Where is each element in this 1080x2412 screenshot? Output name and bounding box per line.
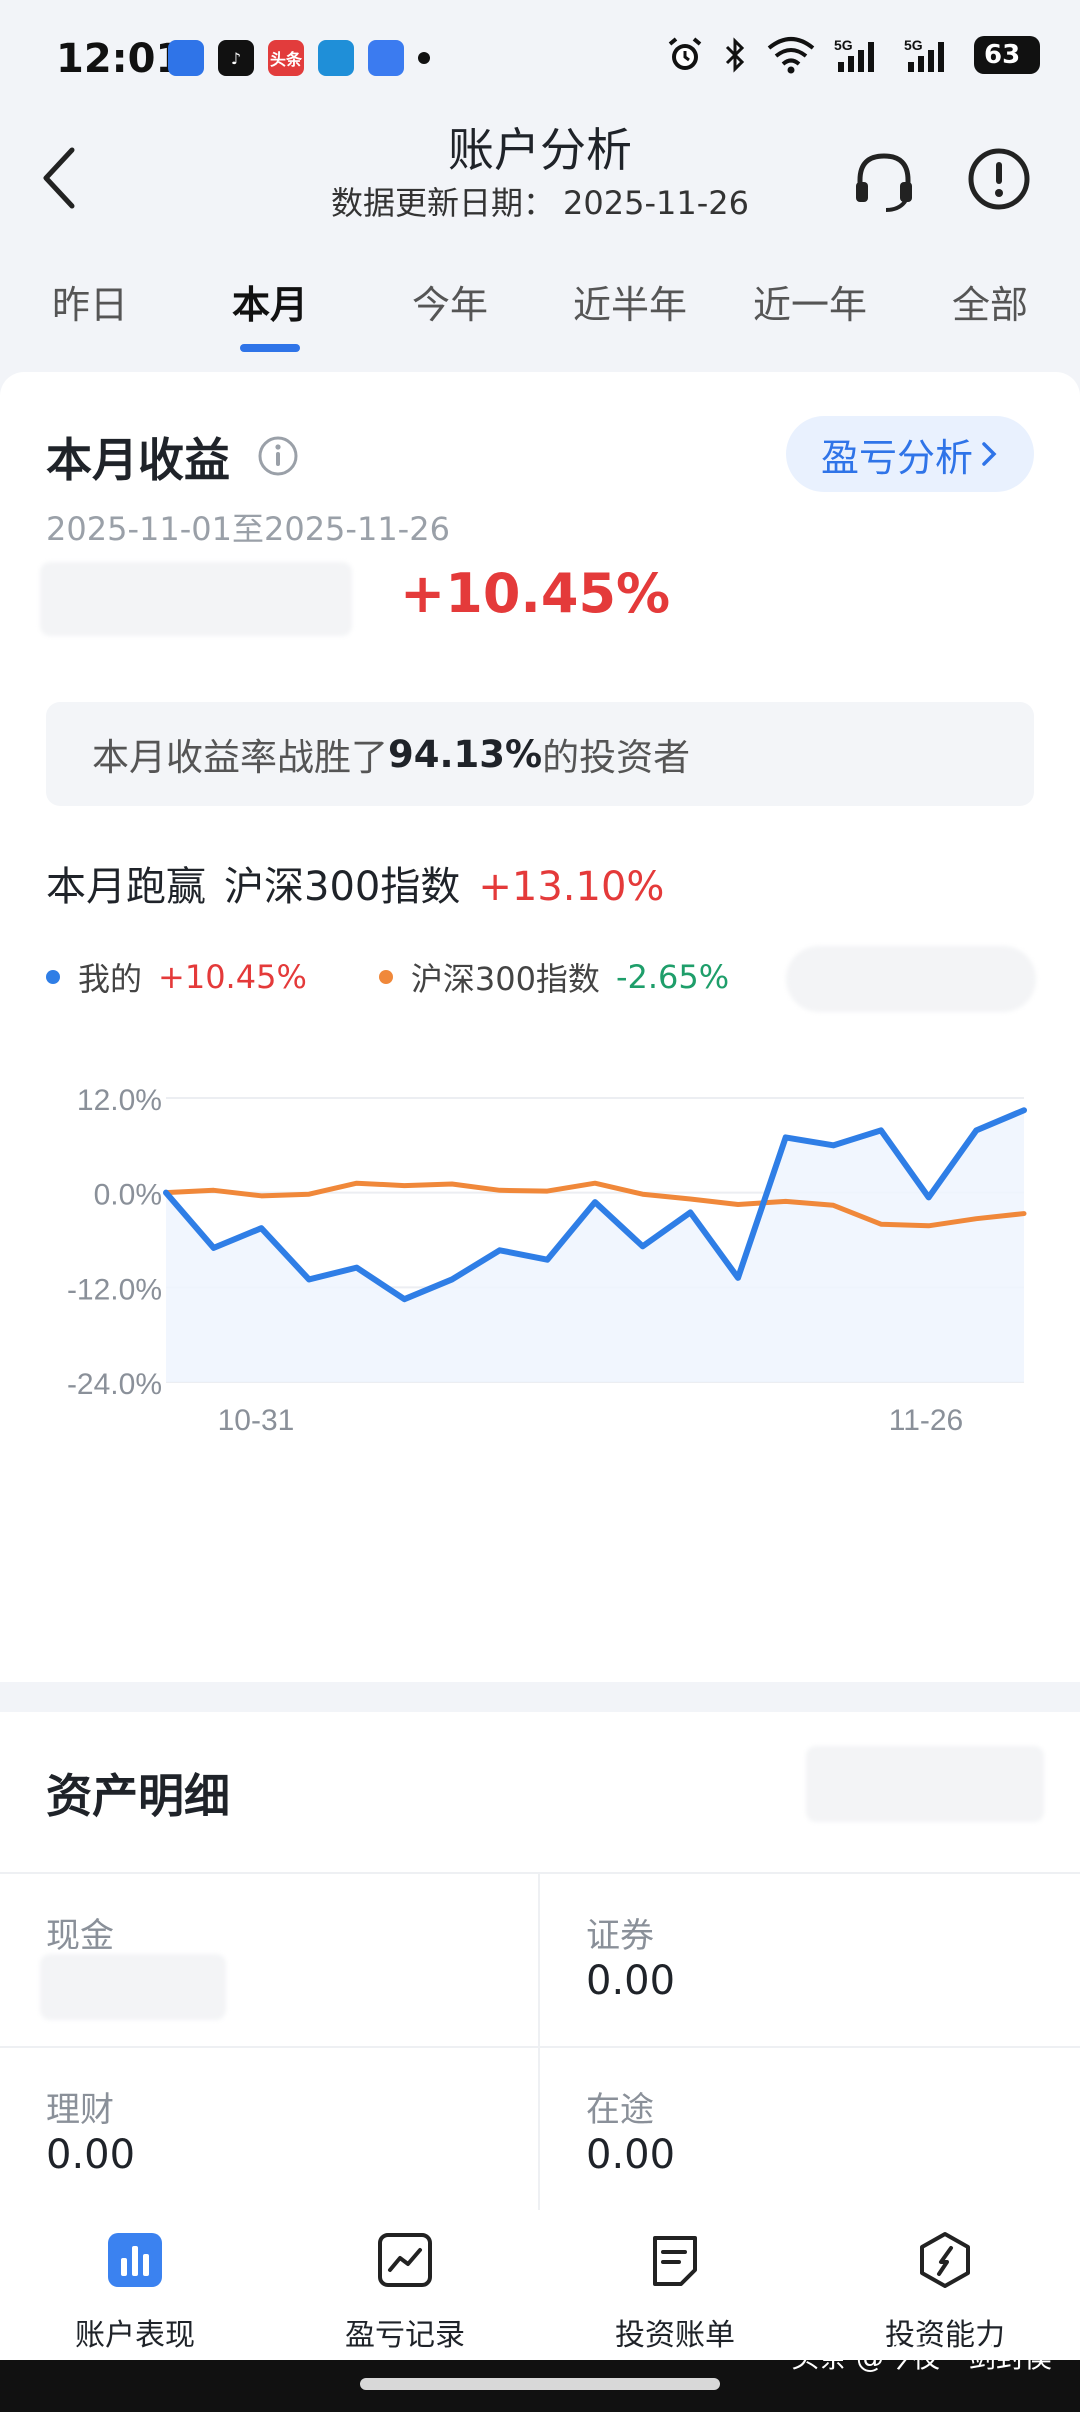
signal-5g-icon: 5G xyxy=(834,37,874,72)
nav-investment-bill[interactable]: 投资账单 xyxy=(540,2210,810,2360)
alarm-icon xyxy=(668,37,702,70)
tab-this-year[interactable]: 今年 xyxy=(360,270,540,360)
home-indicator[interactable] xyxy=(360,2378,720,2390)
nav-label: 盈亏记录 xyxy=(345,2318,465,2353)
update-date-label: 数据更新日期： xyxy=(331,184,556,222)
asset-securities-label: 证券 xyxy=(586,1916,654,1956)
outperform-label: 本月跑赢 xyxy=(46,864,206,910)
date-range: 2025-11-01至2025-11-26 xyxy=(46,510,450,548)
header: 账户分析 数据更新日期： 2025-11-26 xyxy=(0,100,1080,240)
battery-icon: 63 xyxy=(974,36,1040,74)
bill-icon xyxy=(653,2236,697,2286)
y-tick-label: -24.0% xyxy=(67,1368,162,1401)
tab-half-year[interactable]: 近半年 xyxy=(540,270,720,360)
chart-legend: 我的 +10.45% 沪深300指数 -2.65% xyxy=(46,954,729,1000)
x-tick-label: 11-26 xyxy=(889,1404,964,1437)
monthly-return-title: 本月收益 xyxy=(46,433,230,487)
period-tabs: 昨日 本月 今年 近半年 近一年 全部 xyxy=(0,270,1080,360)
redacted-control xyxy=(786,946,1036,1012)
legend-index-dot xyxy=(378,970,393,984)
asset-in-transit-label: 在途 xyxy=(586,2090,654,2130)
chevron-right-icon xyxy=(982,442,997,466)
bar-chart-icon xyxy=(108,2233,162,2287)
page-title: 账户分析 xyxy=(448,123,632,177)
asset-securities[interactable]: 证券 0.00 xyxy=(540,1874,1080,2046)
redacted-amount xyxy=(40,562,352,636)
beat-suffix: 的投资者 xyxy=(542,736,691,779)
trend-chart-icon xyxy=(378,2233,432,2287)
signal-5g-icon-2: 5G xyxy=(904,37,944,72)
redacted-cash-value xyxy=(40,1954,226,2020)
asset-wealth[interactable]: 理财 0.00 xyxy=(0,2048,540,2220)
toutiao-icon: 头条 xyxy=(268,40,304,76)
monthly-return-card: 本月收益 盈亏分析 2025-11-01至2025-11-26 +10.45% … xyxy=(0,372,1080,1682)
svg-text:5G: 5G xyxy=(834,37,853,53)
bluetooth-icon xyxy=(725,37,745,73)
asset-cash[interactable]: 现金 xyxy=(0,1874,540,2046)
nav-label: 账户表现 xyxy=(75,2318,195,2353)
customer-service-button[interactable] xyxy=(850,148,918,216)
nav-label: 投资账单 xyxy=(615,2318,735,2353)
nav-account-performance[interactable]: 账户表现 xyxy=(0,2210,270,2360)
outperform-diff: +13.10% xyxy=(478,864,665,910)
tab-this-month[interactable]: 本月 xyxy=(180,270,360,360)
return-comparison-chart: 12.0% 0.0% -12.0% -24.0% 10-31 11-26 xyxy=(67,1084,1027,1437)
status-app-icons: ♪ 头条 xyxy=(168,40,430,76)
app-teal-icon xyxy=(318,40,354,76)
notice-button[interactable] xyxy=(966,146,1032,212)
compass-icon xyxy=(920,2232,970,2288)
tab-yesterday[interactable]: 昨日 xyxy=(0,270,180,360)
asset-wealth-value: 0.00 xyxy=(46,2132,136,2178)
legend-index-value: -2.65% xyxy=(615,958,730,996)
outperform-index: 沪深300指数 xyxy=(224,864,461,910)
outperform-summary: 本月跑赢 沪深300指数 +13.10% xyxy=(46,854,664,912)
beat-prefix: 本月收益率战胜了 xyxy=(92,736,388,779)
tiktok-icon: ♪ xyxy=(218,40,254,76)
legend-mine-value: +10.45% xyxy=(158,958,307,996)
asset-details: 资产明细 现金 证券 0.00 理财 0.00 在途 0.00 xyxy=(0,1712,1080,2222)
beat-value: 94.13% xyxy=(388,732,543,776)
asset-in-transit-value: 0.00 xyxy=(586,2132,676,2178)
asset-cash-label: 现金 xyxy=(46,1916,114,1956)
tab-one-year[interactable]: 近一年 xyxy=(720,270,900,360)
legend-index-name: 沪深300指数 xyxy=(410,960,600,998)
watermark: 头条 @今夜一剑封侯 xyxy=(791,2341,1052,2374)
x-tick-label: 10-31 xyxy=(218,1404,295,1437)
pl-analysis-label: 盈亏分析 xyxy=(820,435,973,480)
update-date: 数据更新日期： 2025-11-26 xyxy=(0,178,1080,224)
wifi-icon xyxy=(767,37,815,74)
tab-all[interactable]: 全部 xyxy=(900,270,1080,360)
asset-in-transit[interactable]: 在途 0.00 xyxy=(540,2048,1080,2220)
y-tick-label: 12.0% xyxy=(77,1084,162,1117)
monthly-return-percent: +10.45% xyxy=(400,562,671,625)
legend-mine-dot xyxy=(46,970,60,984)
info-icon[interactable] xyxy=(256,434,300,478)
svg-text:5G: 5G xyxy=(904,37,923,53)
redacted-total xyxy=(806,1746,1044,1822)
asset-details-title: 资产明细 xyxy=(46,1769,230,1823)
asset-grid: 现金 证券 0.00 理财 0.00 在途 0.00 xyxy=(0,1872,1080,2220)
status-indicators: 5G 5G 63 xyxy=(666,36,1040,74)
files-icon xyxy=(368,40,404,76)
asset-wealth-label: 理财 xyxy=(46,2090,114,2130)
asset-securities-value: 0.00 xyxy=(586,1958,676,2004)
notification-dot-icon xyxy=(418,52,430,64)
beat-investors-banner: 本月收益率战胜了 94.13% 的投资者 xyxy=(46,702,1034,806)
y-tick-label: 0.0% xyxy=(94,1179,162,1212)
update-date-value: 2025-11-26 xyxy=(563,184,749,222)
status-time: 12:01 xyxy=(56,36,184,82)
nav-pl-records[interactable]: 盈亏记录 xyxy=(270,2210,540,2360)
y-tick-label: -12.0% xyxy=(67,1273,162,1306)
app-blue-icon xyxy=(168,40,204,76)
legend-mine-name: 我的 xyxy=(78,960,143,998)
pl-analysis-button[interactable]: 盈亏分析 xyxy=(786,416,1034,492)
